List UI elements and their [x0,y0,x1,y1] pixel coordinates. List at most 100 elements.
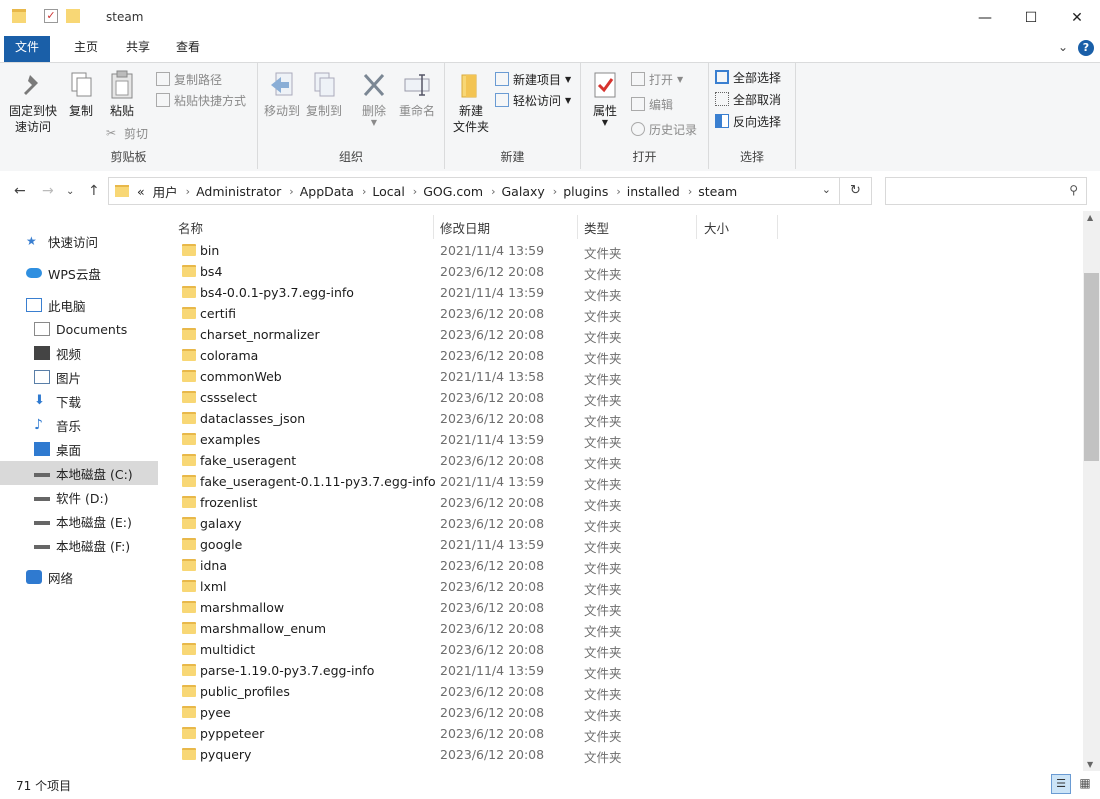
breadcrumb-item[interactable]: steam [698,184,737,199]
recent-dropdown-icon[interactable]: ⌄ [66,186,74,197]
move-to-button[interactable]: 移动到 [262,69,302,119]
nav-item[interactable]: 本地磁盘 (C:) [0,461,158,485]
table-row[interactable]: commonWeb 2021/11/4 13:58 文件夹 [165,366,1083,387]
search-input[interactable] [890,179,1064,205]
scroll-up-icon[interactable]: ▲ [1087,213,1093,222]
breadcrumb-separator-icon[interactable]: › [553,185,557,198]
table-row[interactable]: idna 2023/6/12 20:08 文件夹 [165,555,1083,576]
nav-item[interactable]: ★ 快速访问 [0,229,158,253]
table-row[interactable]: charset_normalizer 2023/6/12 20:08 文件夹 [165,324,1083,345]
nav-item[interactable]: 软件 (D:) [0,485,158,509]
new-folder-icon[interactable] [66,9,80,23]
new-folder-button[interactable]: 新建 文件夹 [449,69,493,135]
pin-quick-access-button[interactable]: 固定到快 速访问 [4,69,62,135]
column-header-date[interactable]: 修改日期 [440,218,490,240]
copy-to-button[interactable]: 复制到 [304,69,344,119]
up-arrow-icon[interactable]: ↑ [88,183,100,199]
column-divider[interactable] [433,215,434,239]
nav-item[interactable]: 本地磁盘 (F:) [0,533,158,557]
breadcrumb-separator-icon[interactable]: › [186,185,190,198]
maximize-button[interactable]: ☐ [1008,0,1054,36]
column-divider[interactable] [696,215,697,239]
nav-item[interactable]: ⬇ 下载 [0,389,158,413]
breadcrumb-item[interactable]: Administrator [196,184,281,199]
table-row[interactable]: pyppeteer 2023/6/12 20:08 文件夹 [165,723,1083,744]
properties-dropdown-icon[interactable]: ▼ [585,119,625,127]
invert-selection-button[interactable]: 反向选择 [715,111,781,131]
breadcrumb-separator-icon[interactable]: › [413,185,417,198]
breadcrumb-item[interactable]: Local [372,184,404,199]
nav-item[interactable]: WPS云盘 [0,261,158,285]
vertical-scrollbar[interactable]: ▲ ▼ [1083,211,1100,771]
column-divider[interactable] [577,215,578,239]
minimize-button[interactable]: — [962,0,1008,36]
tab-home[interactable]: 主页 [66,36,106,62]
column-divider[interactable] [777,215,778,239]
table-row[interactable]: galaxy 2023/6/12 20:08 文件夹 [165,513,1083,534]
table-row[interactable]: certifi 2023/6/12 20:08 文件夹 [165,303,1083,324]
copy-path-button[interactable]: 复制路径 [156,69,222,89]
delete-dropdown-icon[interactable]: ▼ [356,119,392,127]
tab-share[interactable]: 共享 [118,36,158,62]
ribbon-expand-icon[interactable]: ⌄ [1058,40,1068,54]
nav-item[interactable]: ♪ 音乐 [0,413,158,437]
paste-button[interactable]: 粘贴 [102,69,142,119]
forward-arrow-icon[interactable]: → [42,183,54,199]
back-arrow-icon[interactable]: ← [14,183,26,199]
breadcrumb-separator-icon[interactable]: › [491,185,495,198]
delete-button[interactable]: 删除 ▼ [356,69,392,127]
properties-button[interactable]: 属性 ▼ [585,69,625,127]
nav-item[interactable]: Documents [0,317,158,341]
address-bar[interactable]: « 用户 › Administrator › AppData › Local › GOG.com… [108,177,840,205]
nav-item[interactable]: 网络 [0,565,158,589]
table-row[interactable]: frozenlist 2023/6/12 20:08 文件夹 [165,492,1083,513]
table-row[interactable]: marshmallow 2023/6/12 20:08 文件夹 [165,597,1083,618]
breadcrumb-overflow[interactable]: « [137,184,145,199]
table-row[interactable]: google 2021/11/4 13:59 文件夹 [165,534,1083,555]
refresh-button[interactable]: ↻ [840,177,872,205]
table-row[interactable]: dataclasses_json 2023/6/12 20:08 文件夹 [165,408,1083,429]
easy-access-button[interactable]: 轻松访问 ▼ [495,90,571,110]
breadcrumb-item[interactable]: 用户 [153,182,178,201]
breadcrumb-item[interactable]: installed [627,184,680,199]
table-row[interactable]: fake_useragent 2023/6/12 20:08 文件夹 [165,450,1083,471]
paste-shortcut-button[interactable]: 粘贴快捷方式 [156,90,246,110]
nav-item[interactable]: 视频 [0,341,158,365]
address-dropdown-icon[interactable]: ⌄ [822,183,831,196]
breadcrumb-separator-icon[interactable]: › [362,185,366,198]
table-row[interactable]: fake_useragent-0.1.11-py3.7.egg-info 2021… [165,471,1083,492]
table-row[interactable]: multidict 2023/6/12 20:08 文件夹 [165,639,1083,660]
breadcrumb-item[interactable]: AppData [300,184,354,199]
tab-view[interactable]: 查看 [168,36,208,62]
table-row[interactable]: examples 2021/11/4 13:59 文件夹 [165,429,1083,450]
breadcrumb-separator-icon[interactable]: › [616,185,620,198]
breadcrumb-item[interactable]: plugins [563,184,608,199]
breadcrumb-item[interactable]: Galaxy [502,184,545,199]
new-item-button[interactable]: 新建项目 ▼ [495,69,571,89]
breadcrumb-separator-icon[interactable]: › [688,185,692,198]
column-header-type[interactable]: 类型 [584,218,609,240]
column-header-size[interactable]: 大小 [704,218,729,240]
nav-item[interactable]: 本地磁盘 (E:) [0,509,158,533]
nav-item[interactable]: 此电脑 [0,293,158,317]
properties-icon[interactable]: ✓ [44,9,58,23]
select-none-button[interactable]: 全部取消 [715,89,781,109]
scrollbar-thumb[interactable] [1084,273,1099,461]
table-row[interactable]: cssselect 2023/6/12 20:08 文件夹 [165,387,1083,408]
close-button[interactable]: ✕ [1054,0,1100,36]
history-button[interactable]: 历史记录 [631,119,697,139]
tab-file[interactable]: 文件 [4,36,50,62]
open-button[interactable]: 打开 ▼ [631,69,683,89]
large-icons-view-icon[interactable]: ▦ [1075,774,1095,794]
table-row[interactable]: bs4-0.0.1-py3.7.egg-info 2021/11/4 13:59 文… [165,282,1083,303]
folder-icon[interactable] [12,9,26,23]
breadcrumb-item[interactable]: GOG.com [423,184,483,199]
table-row[interactable]: lxml 2023/6/12 20:08 文件夹 [165,576,1083,597]
table-row[interactable]: bin 2021/11/4 13:59 文件夹 [165,240,1083,261]
cut-button[interactable]: ✂ 剪切 [106,123,148,143]
help-icon[interactable]: ? [1078,40,1094,56]
table-row[interactable]: bs4 2023/6/12 20:08 文件夹 [165,261,1083,282]
nav-item[interactable]: 图片 [0,365,158,389]
table-row[interactable]: pyquery 2023/6/12 20:08 文件夹 [165,744,1083,765]
table-row[interactable]: marshmallow_enum 2023/6/12 20:08 文件夹 [165,618,1083,639]
